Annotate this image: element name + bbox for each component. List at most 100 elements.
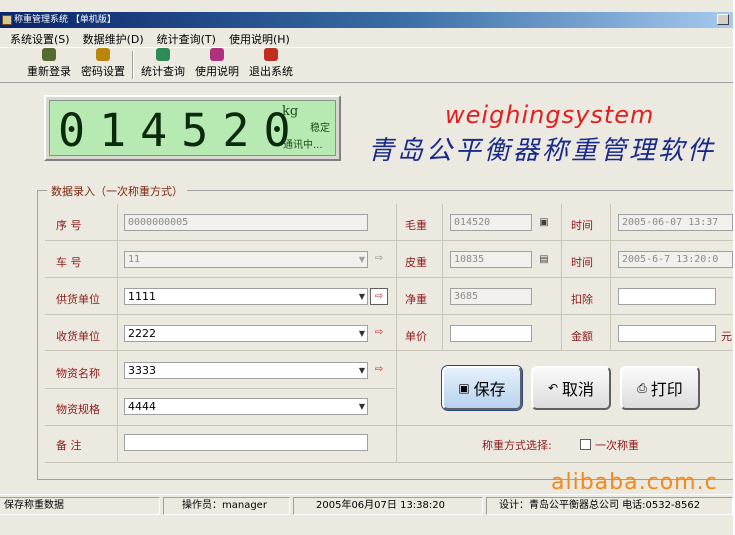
grid-line (610, 204, 611, 350)
receiver-field[interactable]: 2222 (124, 325, 368, 342)
statistics-button[interactable]: 统计查询 (136, 48, 190, 82)
exit-label: 退出系统 (249, 65, 293, 78)
grid-line (561, 204, 562, 350)
main-window: 称重管理系统 【单机版】 系统设置(S) 数据维护(D) 统计查询(T) 使用说… (0, 0, 735, 535)
material-label: 物资名称 (56, 367, 100, 380)
toolbar-separator (132, 51, 134, 79)
relogin-button[interactable]: 重新登录 (22, 48, 76, 82)
truck-label: 车 号 (56, 256, 82, 269)
grid-line (396, 204, 397, 462)
amount-label: 金额 (571, 330, 593, 343)
toolbar: 重新登录 密码设置 统计查询 使用说明 退出系统 (0, 47, 733, 83)
single-weighing-label: 一次称重 (595, 439, 639, 452)
status-bar: 保存称重数据 操作员：manager 2005年06月07日 13:38:20 … (0, 494, 733, 516)
weight-unit: kg (282, 104, 299, 119)
password-settings-button[interactable]: 密码设置 (76, 48, 130, 82)
statistics-label: 统计查询 (141, 65, 185, 78)
print-label: 打印 (650, 380, 683, 399)
supplier-label: 供货单位 (56, 293, 100, 306)
status-designer: 设计：青岛公平衡器总公司 电话:0532-8562 (486, 497, 733, 515)
material-lookup-button[interactable]: ⇨ (370, 362, 388, 379)
cancel-label: 取消 (562, 380, 595, 399)
chevron-down-icon[interactable]: ▼ (357, 252, 367, 267)
print-button[interactable]: ⎙ 打印 (620, 366, 700, 410)
brand-english: weighingsystem (445, 101, 655, 129)
watermark: alibaba.com.c (551, 470, 718, 495)
exit-icon (264, 48, 278, 61)
menu-system-settings[interactable]: 系统设置(S) (4, 28, 77, 46)
tare-weight-label: 皮重 (405, 256, 427, 269)
chevron-down-icon[interactable]: ▼ (357, 363, 367, 378)
title-bar: 称重管理系统 【单机版】 (0, 12, 733, 28)
stable-indicator: 稳定 (310, 123, 330, 134)
brand-chinese: 青岛公平衡器称重管理软件 (368, 136, 717, 166)
amount-field[interactable] (618, 325, 716, 342)
save-button[interactable]: ▣ 保存 (441, 365, 523, 411)
truck-lookup-button[interactable]: ⇨ (370, 251, 388, 268)
material-field[interactable]: 3333 (124, 362, 368, 379)
lock-icon[interactable]: ▣ (535, 216, 553, 229)
remark-field[interactable] (124, 434, 368, 451)
status-operator: 操作员：manager (163, 497, 290, 515)
single-weighing-checkbox[interactable] (580, 439, 591, 450)
receiver-label: 收货单位 (56, 330, 100, 343)
exit-button[interactable]: 退出系统 (244, 48, 298, 82)
scale-display-screen: 014520 kg 稳定 通讯中... (49, 100, 336, 157)
grid-line (45, 240, 733, 241)
unit-price-label: 单价 (405, 330, 427, 343)
grid-line (45, 314, 733, 315)
data-entry-title: 数据录入（一次称重方式） (47, 183, 187, 199)
password-icon (96, 48, 110, 61)
chevron-down-icon[interactable]: ▼ (357, 326, 367, 341)
gross-weight-field[interactable]: 014520 (450, 214, 532, 231)
chevron-down-icon[interactable]: ▼ (357, 399, 367, 414)
deduct-field[interactable] (618, 288, 716, 305)
help-book-icon (210, 48, 224, 61)
comm-status: 通讯中... (283, 140, 323, 151)
printer-icon: ⎙ (637, 380, 647, 395)
menu-help[interactable]: 使用说明(H) (223, 28, 297, 46)
spec-field[interactable]: 4444 (124, 398, 368, 415)
deduct-label: 扣除 (571, 293, 593, 306)
minimize-button[interactable] (717, 14, 729, 25)
relogin-icon (42, 48, 56, 61)
menu-data-maintenance[interactable]: 数据维护(D) (77, 28, 151, 46)
weight-reading: 014520 (58, 104, 305, 157)
truck-number-field[interactable]: 11 (124, 251, 368, 268)
relogin-label: 重新登录 (27, 65, 71, 78)
help-label: 使用说明 (195, 65, 239, 78)
chevron-down-icon[interactable]: ▼ (357, 289, 367, 304)
time1-label: 时间 (571, 219, 593, 232)
grid-line (45, 462, 733, 463)
tare-weight-field[interactable]: 10835 (450, 251, 532, 268)
help-button[interactable]: 使用说明 (190, 48, 244, 82)
net-weight-field[interactable]: 3685 (450, 288, 532, 305)
time1-field[interactable]: 2005-06-07 13:37 (618, 214, 733, 231)
status-datetime: 2005年06月07日 13:38:20 (293, 497, 483, 515)
weighing-method-label: 称重方式选择: (482, 439, 552, 452)
time2-label: 时间 (571, 256, 593, 269)
grid-line (117, 204, 118, 462)
password-settings-label: 密码设置 (81, 65, 125, 78)
supplier-lookup-button[interactable]: ⇨ (370, 288, 388, 305)
save-label: 保存 (473, 380, 506, 399)
serial-field[interactable]: 0000000005 (124, 214, 368, 231)
menu-statistics[interactable]: 统计查询(T) (151, 28, 223, 46)
grid-line (45, 388, 395, 389)
unit-price-field[interactable] (450, 325, 532, 342)
status-message: 保存称重数据 (0, 497, 160, 515)
grid-line (45, 350, 733, 351)
grid-line (45, 425, 733, 426)
amount-unit: 元 (721, 330, 732, 343)
time2-field[interactable]: 2005-6-7 13:20:0 (618, 251, 733, 268)
menu-bar: 系统设置(S) 数据维护(D) 统计查询(T) 使用说明(H) (0, 28, 733, 46)
statistics-icon (156, 48, 170, 61)
receiver-lookup-button[interactable]: ⇨ (370, 325, 388, 342)
scale-display: 014520 kg 稳定 通讯中... (44, 95, 341, 161)
supplier-field[interactable]: 1111 (124, 288, 368, 305)
remark-label: 备 注 (56, 439, 82, 452)
gross-weight-label: 毛重 (405, 219, 427, 232)
cancel-button[interactable]: ↶ 取消 (531, 366, 611, 410)
app-icon (2, 15, 12, 25)
lock-icon[interactable]: ▤ (535, 253, 553, 266)
